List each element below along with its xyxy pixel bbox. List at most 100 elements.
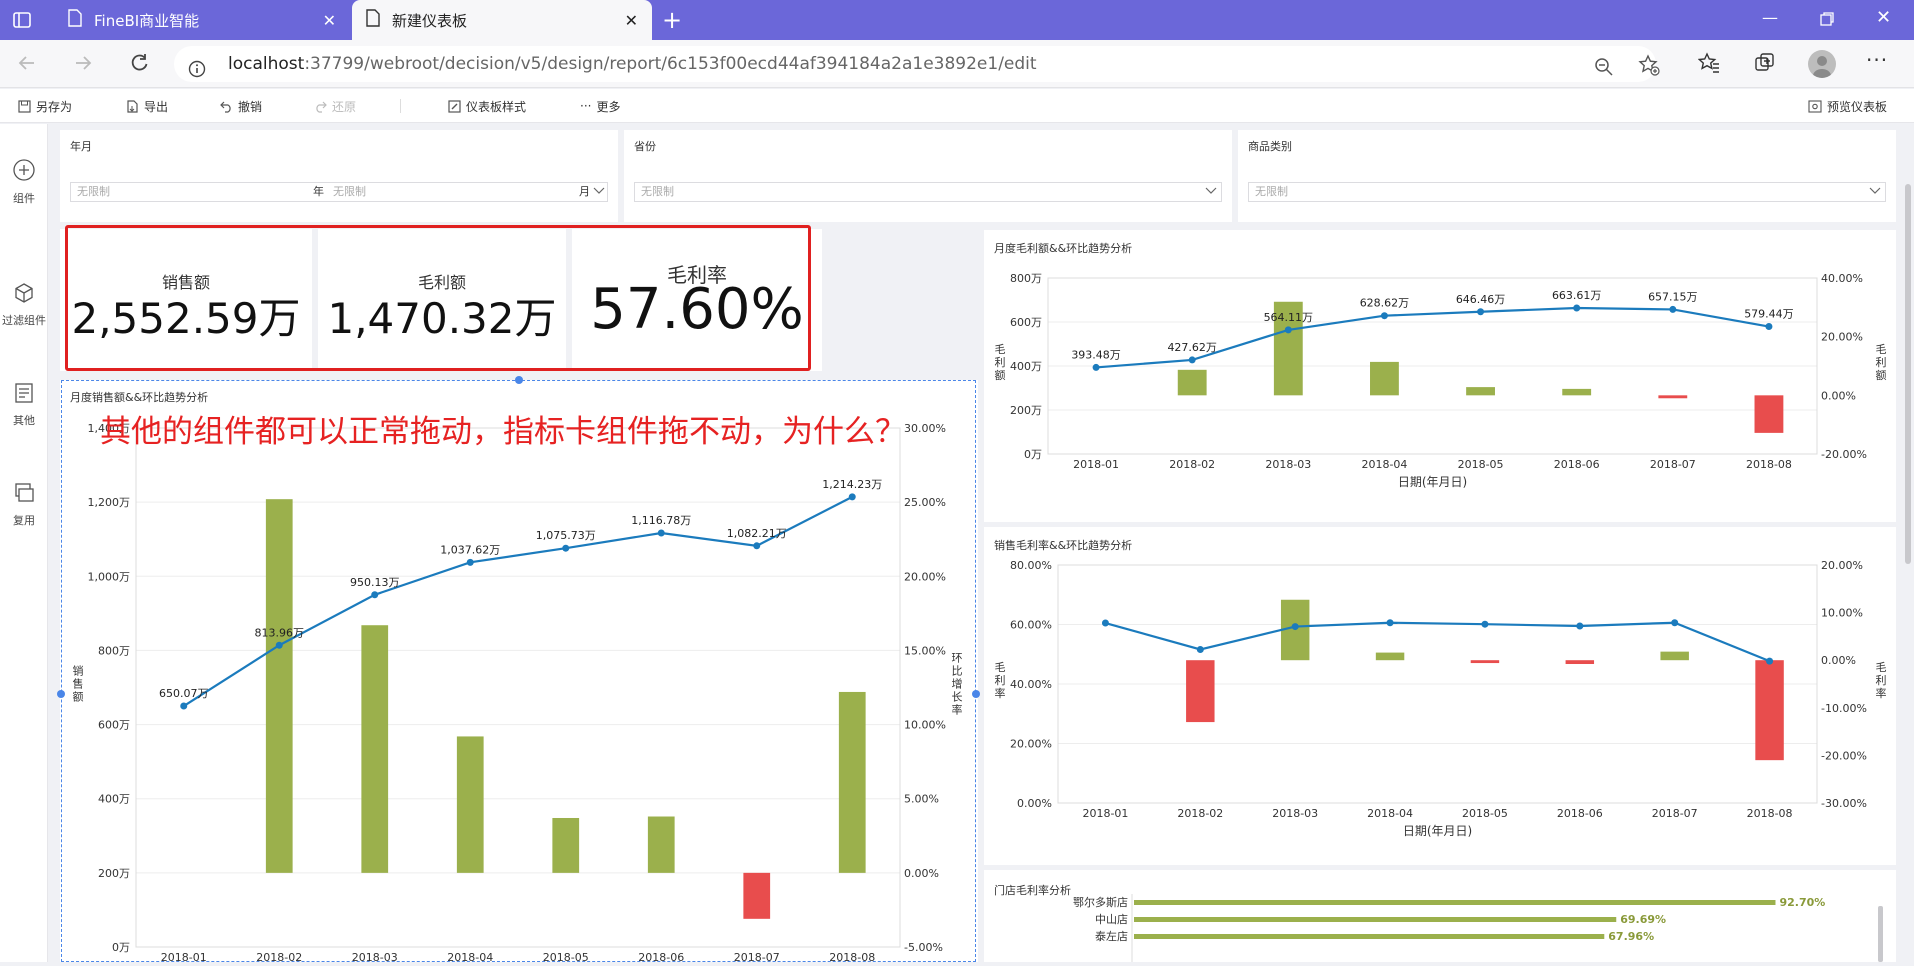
chart-panel-sales[interactable]: 月度销售额&&环比趋势分析 0万 200万 400万 600万 800万 1,000万 1,…: [60, 380, 978, 964]
bar: [743, 872, 771, 919]
browser-tab-new-dashboard[interactable]: 新建仪表板 ✕: [352, 0, 652, 40]
chevron-down-icon[interactable]: [1205, 182, 1217, 206]
filter-province[interactable]: 省份 无限制: [624, 130, 1232, 222]
bar: [1134, 934, 1605, 939]
filter-year-month[interactable]: 年月 无限制 年 无限制 月: [60, 130, 618, 222]
filter-category[interactable]: 商品类别 无限制: [1238, 130, 1896, 222]
annotation-text: 其他的组件都可以正常拖动，指标卡组件拖不动，为什么？: [100, 414, 906, 450]
x-tick-label: 2018-04: [1361, 458, 1407, 471]
back-icon[interactable]: [16, 52, 38, 78]
series-line: [1095, 306, 1770, 369]
x-tick-label: 2018-04: [1367, 807, 1413, 820]
x-tick-label: 2018-04: [447, 951, 493, 962]
y-tick-label: 60.00%: [1010, 619, 1052, 632]
minimize-icon[interactable]: —: [1762, 8, 1778, 27]
line-point: [753, 542, 761, 550]
collections-icon[interactable]: [1754, 52, 1776, 78]
y-axis-title: 毛利率: [995, 661, 1006, 700]
data-label: 657.15万: [1648, 290, 1698, 303]
copy-icon: [15, 483, 34, 502]
line-point: [1481, 620, 1489, 628]
line-point: [1101, 619, 1109, 627]
y-tick-label: 40.00%: [1010, 678, 1052, 691]
export-icon: [127, 99, 138, 113]
y-tick-label: 400万: [98, 793, 130, 806]
scrollbar-thumb[interactable]: [1905, 184, 1911, 564]
resize-handle-left[interactable]: [57, 690, 65, 698]
close-window-icon[interactable]: ✕: [1876, 7, 1891, 28]
redo-icon: [316, 101, 327, 113]
y2-tick-label: 20.00%: [904, 570, 946, 583]
y-tick-label: 鄂尔多斯店: [1073, 895, 1128, 909]
resize-handle-right[interactable]: [972, 690, 980, 698]
x-tick-label: 2018-07: [1652, 807, 1698, 820]
data-label: 564.11万: [1264, 311, 1314, 324]
site-info-icon[interactable]: [188, 55, 206, 91]
y-tick-label: 600万: [98, 719, 130, 732]
y2-tick-label: 20.00%: [1821, 559, 1863, 572]
sidebar-item-reuse[interactable]: 复用: [0, 482, 48, 528]
bar: [838, 691, 866, 873]
bar: [1370, 361, 1399, 396]
x-tick-label: 2018-08: [829, 951, 875, 962]
zoom-out-icon[interactable]: [1594, 54, 1614, 90]
style-icon: [448, 99, 461, 113]
line-point: [180, 702, 188, 710]
chevron-down-icon[interactable]: [1869, 182, 1881, 206]
x-tick-label: 2018-01: [1073, 458, 1119, 471]
sidebar-item-components[interactable]: 组件: [0, 158, 48, 206]
line-point: [657, 529, 665, 537]
refresh-icon[interactable]: [128, 52, 150, 78]
settings-more-icon[interactable]: ···: [1866, 48, 1888, 72]
bar: [647, 816, 675, 873]
stores-chart: 鄂尔多斯店 92.70% 中山店 69.69% 泰左店 67.96%: [1073, 894, 1883, 962]
chart-scrollbar: [1878, 906, 1883, 962]
avatar[interactable]: [1808, 50, 1836, 78]
new-tab-icon[interactable]: +: [662, 6, 682, 34]
y-tick-label: 80.00%: [1010, 559, 1052, 572]
bar: [1186, 660, 1215, 723]
undo-button[interactable]: 撤销: [220, 89, 262, 123]
y2-tick-label: -20.00%: [1821, 448, 1867, 461]
more-button[interactable]: ··· 更多: [580, 89, 620, 123]
tab-actions-icon[interactable]: [12, 10, 32, 34]
x-tick-label: 2018-05: [1462, 807, 1508, 820]
line-point: [1291, 623, 1299, 631]
save-as-button[interactable]: 另存为: [18, 89, 72, 123]
chart-panel-profit[interactable]: 月度毛利额&&环比趋势分析 0万 200万 400万 600万 800万 -20.00% 0…: [984, 230, 1896, 522]
chart-panel-stores[interactable]: 门店毛利率分析 鄂尔多斯店 92.70% 中山店 69.69% 泰左店 67.96%: [984, 870, 1896, 962]
export-button[interactable]: 导出: [126, 89, 168, 123]
resize-handle-top[interactable]: [515, 376, 523, 384]
y-tick-label: 0.00%: [1017, 797, 1052, 810]
y-tick-label: 200万: [1010, 404, 1042, 417]
y2-tick-label: 15.00%: [904, 644, 946, 657]
bar: [1754, 395, 1784, 433]
bar: [1755, 660, 1784, 761]
redo-button[interactable]: 还原: [314, 89, 356, 123]
close-tab-icon[interactable]: ✕: [323, 11, 336, 30]
add-favorite-icon[interactable]: [1638, 53, 1660, 89]
y-tick-label: 20.00%: [1010, 738, 1052, 751]
y2-tick-label: -20.00%: [1821, 749, 1867, 762]
sidebar-item-filter-components[interactable]: 过滤组件: [0, 282, 48, 328]
restore-icon[interactable]: [1820, 11, 1834, 30]
category-select[interactable]: 无限制: [1248, 182, 1886, 202]
scrollbar[interactable]: [1902, 124, 1914, 962]
chart-panel-margin[interactable]: 销售毛利率&&环比趋势分析 0.00% 20.00% 40.00% 60.00% 80.…: [984, 527, 1896, 865]
data-label: 646.46万: [1456, 293, 1506, 306]
province-select[interactable]: 无限制: [634, 182, 1222, 202]
line-point: [1766, 657, 1774, 665]
dashboard-toolbar: 另存为 导出 撤销 还原 仪表板样式 ··· 更多 预览仪表板: [0, 89, 1914, 123]
forward-icon[interactable]: [72, 52, 94, 78]
url-field[interactable]: localhost:37799/webroot/decision/v5/desi…: [174, 46, 1660, 82]
sidebar-item-other[interactable]: 其他: [0, 382, 48, 428]
bar: [1658, 395, 1688, 399]
close-tab-icon[interactable]: ✕: [625, 11, 638, 30]
chevron-down-icon[interactable]: [593, 182, 605, 206]
browser-tab-finebi[interactable]: FineBI商业智能 ✕: [58, 0, 350, 40]
y2-tick-label: -30.00%: [1821, 797, 1867, 810]
favorites-icon[interactable]: [1697, 52, 1720, 78]
preview-dashboard-button[interactable]: 预览仪表板: [1808, 89, 1887, 123]
dashboard-style-button[interactable]: 仪表板样式: [448, 89, 526, 123]
year-month-range-input[interactable]: 无限制 年 无限制 月: [70, 182, 608, 202]
